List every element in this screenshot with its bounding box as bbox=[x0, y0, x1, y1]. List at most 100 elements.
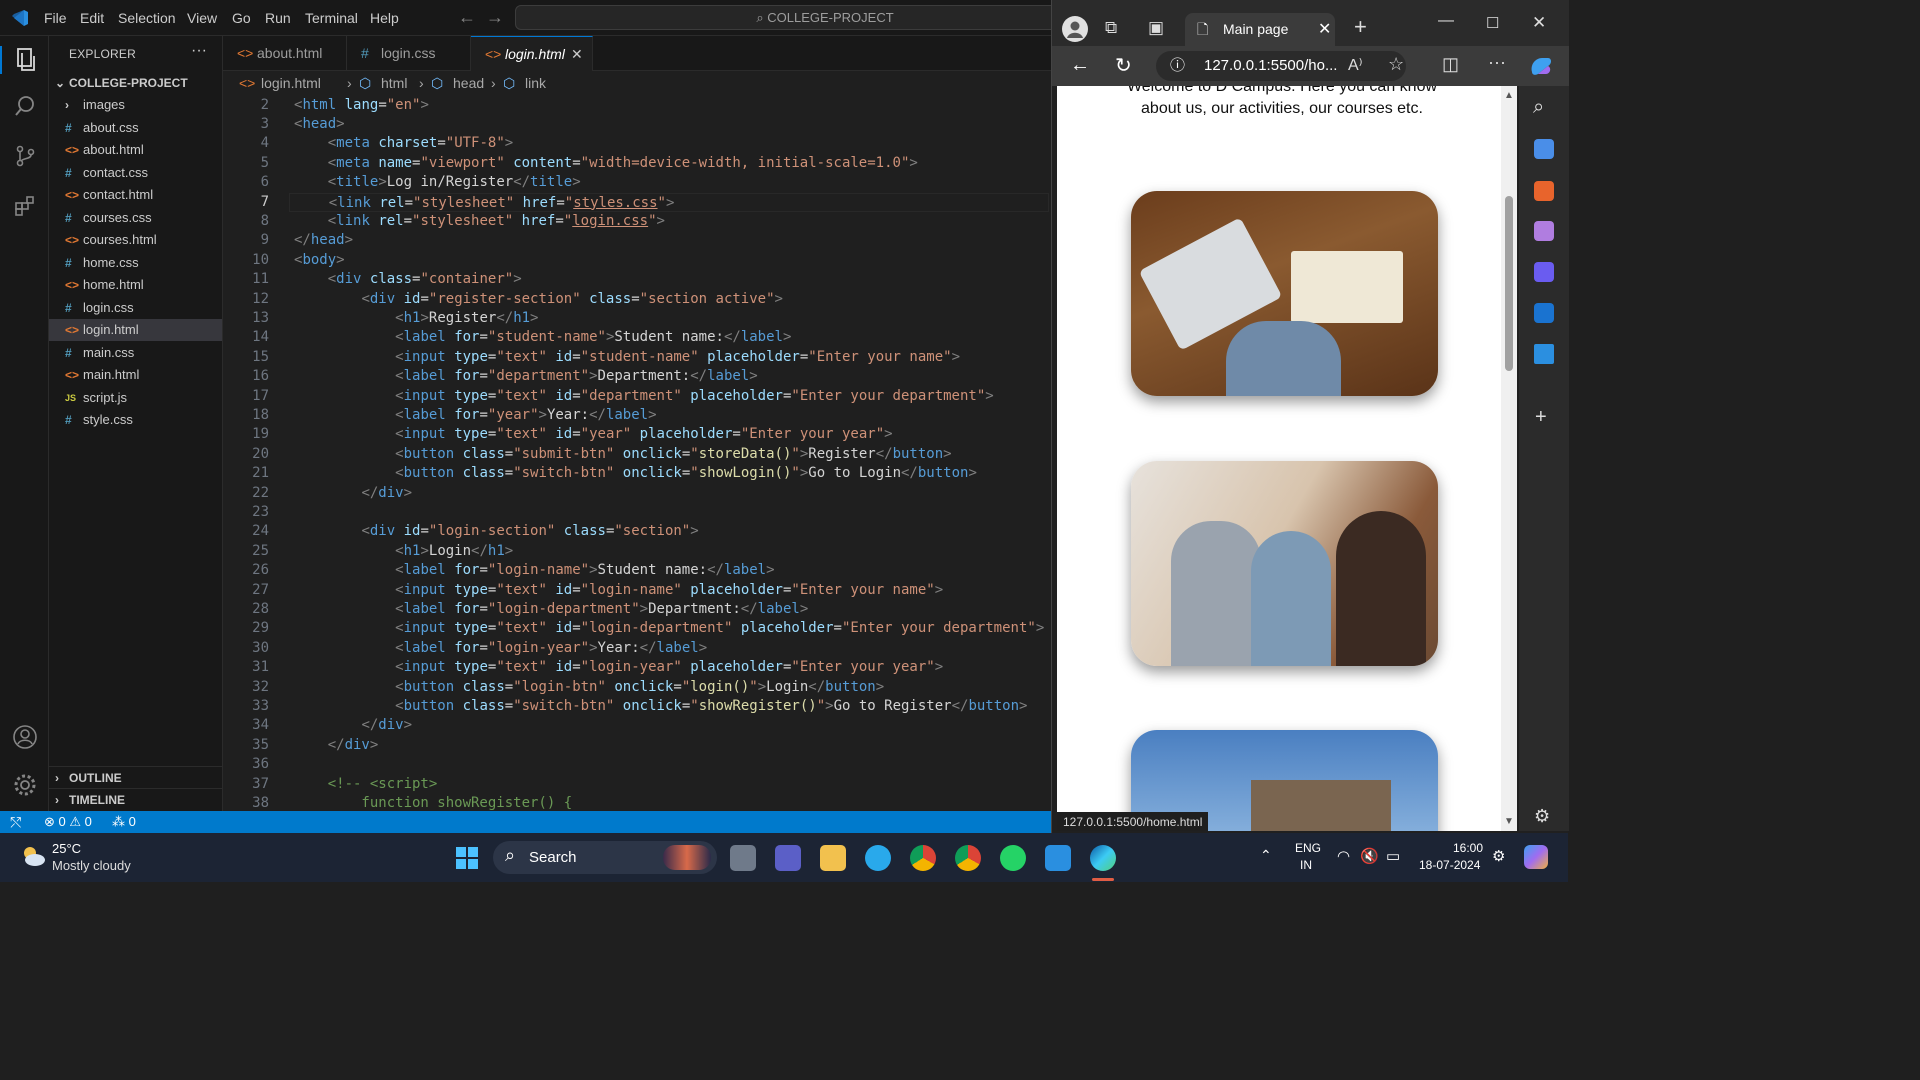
chevron-up-icon[interactable]: ⌃ bbox=[1260, 847, 1272, 864]
source-control-icon[interactable] bbox=[11, 144, 39, 172]
account-icon[interactable] bbox=[11, 724, 39, 752]
search-icon[interactable] bbox=[11, 94, 39, 122]
code-line[interactable]: <button class="switch-btn" onclick="show… bbox=[294, 464, 977, 483]
project-folder-header[interactable]: ⌄ COLLEGE-PROJECT bbox=[49, 72, 222, 94]
code-line[interactable]: <button class="switch-btn" onclick="show… bbox=[294, 697, 1027, 716]
file-item[interactable]: <> main.html bbox=[49, 364, 222, 386]
code-line[interactable]: <!-- <script> bbox=[294, 775, 438, 794]
back-arrow-icon[interactable]: ← bbox=[1070, 54, 1090, 77]
code-line[interactable]: <label for="login-department">Department… bbox=[294, 600, 808, 619]
file-item[interactable]: <> home.html bbox=[49, 274, 222, 296]
menu-selection[interactable]: Selection bbox=[118, 10, 176, 26]
scroll-down-icon[interactable]: ▼ bbox=[1504, 816, 1514, 827]
vscode-icon[interactable] bbox=[1045, 845, 1071, 871]
explorer-icon[interactable] bbox=[0, 46, 49, 74]
profile-avatar-icon[interactable] bbox=[1062, 16, 1088, 42]
editor-tab[interactable]: <> login.html ✕ bbox=[471, 36, 593, 71]
minimize-icon[interactable]: — bbox=[1438, 12, 1454, 30]
copilot-icon[interactable] bbox=[1524, 845, 1548, 869]
code-line[interactable]: <link rel="stylesheet" href="login.css"> bbox=[294, 212, 665, 231]
search-icon[interactable]: ⌕ bbox=[1533, 96, 1544, 119]
breadcrumb-item[interactable]: head bbox=[453, 72, 484, 94]
file-item[interactable]: <> courses.html bbox=[49, 229, 222, 251]
games-icon[interactable] bbox=[1534, 221, 1554, 241]
more-actions-icon[interactable]: ··· bbox=[191, 42, 207, 60]
clock-date[interactable]: 18-07-2024 bbox=[1419, 858, 1480, 872]
back-arrow-icon[interactable]: ← bbox=[458, 7, 476, 28]
code-line[interactable]: </div> bbox=[294, 484, 412, 503]
file-item[interactable]: # home.css bbox=[49, 252, 222, 274]
scroll-up-icon[interactable]: ▲ bbox=[1504, 90, 1514, 101]
menu-file[interactable]: File bbox=[44, 10, 67, 26]
code-line[interactable]: function showRegister() { bbox=[294, 794, 572, 811]
wifi-icon[interactable]: ◠ bbox=[1337, 847, 1350, 865]
notification-icon[interactable]: ⚙ bbox=[1492, 847, 1505, 865]
code-line[interactable]: <div id="login-section" class="section"> bbox=[294, 522, 698, 541]
close-tab-icon[interactable]: ✕ bbox=[571, 37, 583, 72]
code-line[interactable]: <input type="text" id="login-year" place… bbox=[294, 658, 943, 677]
add-icon[interactable]: + bbox=[1535, 406, 1547, 429]
settings-gear-icon[interactable] bbox=[11, 772, 39, 800]
remote-icon[interactable]: ⤲ bbox=[10, 811, 21, 833]
edge-icon[interactable] bbox=[1090, 845, 1116, 871]
outlook-icon[interactable] bbox=[1534, 303, 1554, 323]
file-item[interactable]: # style.css bbox=[49, 409, 222, 431]
copilot-sidebar-icon[interactable] bbox=[1534, 262, 1554, 282]
folder-item[interactable]: › images bbox=[49, 94, 222, 116]
menu-help[interactable]: Help bbox=[370, 10, 399, 26]
workspaces-icon[interactable]: ⧉ bbox=[1105, 18, 1117, 38]
language-top[interactable]: ENG bbox=[1295, 841, 1321, 855]
problems-indicator[interactable]: ⊗ 0 ⚠ 0 bbox=[44, 811, 92, 833]
more-menu-icon[interactable]: ··· bbox=[1488, 52, 1506, 73]
code-line[interactable]: <h1>Register</h1> bbox=[294, 309, 538, 328]
code-line[interactable]: <label for="student-name">Student name:<… bbox=[294, 328, 791, 347]
code-line[interactable]: </head> bbox=[294, 231, 353, 250]
code-line[interactable]: <input type="text" id="year" placeholder… bbox=[294, 425, 892, 444]
breadcrumb-item[interactable]: link bbox=[525, 72, 546, 94]
code-line[interactable]: <label for="login-name">Student name:</l… bbox=[294, 561, 774, 580]
copilot-icon[interactable] bbox=[1528, 54, 1554, 78]
file-item[interactable]: # about.css bbox=[49, 117, 222, 139]
file-item[interactable]: # login.css bbox=[49, 297, 222, 319]
code-line[interactable]: <h1>Login</h1> bbox=[294, 542, 513, 561]
code-line[interactable]: <input type="text" id="student-name" pla… bbox=[294, 348, 960, 367]
menu-terminal[interactable]: Terminal bbox=[305, 10, 358, 26]
code-line[interactable]: <input type="text" id="department" place… bbox=[294, 387, 994, 406]
tab-actions-icon[interactable]: ▣ bbox=[1148, 18, 1164, 38]
close-window-icon[interactable]: ✕ bbox=[1532, 13, 1546, 33]
shopping-tag-icon[interactable] bbox=[1534, 139, 1554, 159]
forward-arrow-icon[interactable]: → bbox=[486, 7, 504, 28]
tools-briefcase-icon[interactable] bbox=[1534, 181, 1554, 201]
menu-run[interactable]: Run bbox=[265, 10, 291, 26]
file-item[interactable]: <> contact.html bbox=[49, 184, 222, 206]
file-item[interactable]: # main.css bbox=[49, 342, 222, 364]
telegram-icon[interactable] bbox=[865, 845, 891, 871]
close-tab-icon[interactable]: ✕ bbox=[1318, 13, 1331, 46]
taskbar-search-box[interactable]: ⌕ Search bbox=[493, 841, 717, 874]
menu-view[interactable]: View bbox=[187, 10, 217, 26]
code-line[interactable]: <label for="department">Department:</lab… bbox=[294, 367, 758, 386]
menu-edit[interactable]: Edit bbox=[80, 10, 104, 26]
editor-tab[interactable]: <> about.html bbox=[223, 36, 347, 71]
code-line[interactable]: <button class="submit-btn" onclick="stor… bbox=[294, 445, 951, 464]
editor-tab[interactable]: # login.css bbox=[347, 36, 471, 71]
speaker-muted-icon[interactable]: 🔇 bbox=[1360, 847, 1379, 865]
code-line[interactable]: <head> bbox=[294, 115, 345, 134]
task-view-icon[interactable] bbox=[730, 845, 756, 871]
breadcrumb-item[interactable]: html bbox=[381, 72, 407, 94]
settings-gear-icon[interactable]: ⚙ bbox=[1534, 806, 1550, 827]
send-icon[interactable] bbox=[1534, 344, 1554, 364]
refresh-icon[interactable]: ↻ bbox=[1115, 53, 1132, 78]
whatsapp-icon[interactable] bbox=[1000, 845, 1026, 871]
file-item[interactable]: JS script.js bbox=[49, 387, 222, 409]
info-icon[interactable]: ⓘ bbox=[1170, 51, 1185, 81]
file-item[interactable]: <> about.html bbox=[49, 139, 222, 161]
chrome-icon[interactable] bbox=[910, 845, 936, 871]
command-center[interactable]: ⌕ COLLEGE-PROJECT bbox=[515, 5, 1135, 30]
code-line[interactable]: <input type="text" id="login-name" place… bbox=[294, 581, 943, 600]
page-scrollbar[interactable]: ▲ ▼ bbox=[1501, 86, 1517, 831]
code-line[interactable]: <body> bbox=[294, 251, 345, 270]
code-line[interactable]: </div> bbox=[294, 716, 412, 735]
extensions-icon[interactable] bbox=[11, 194, 39, 222]
battery-icon[interactable]: ▭ bbox=[1386, 847, 1400, 865]
